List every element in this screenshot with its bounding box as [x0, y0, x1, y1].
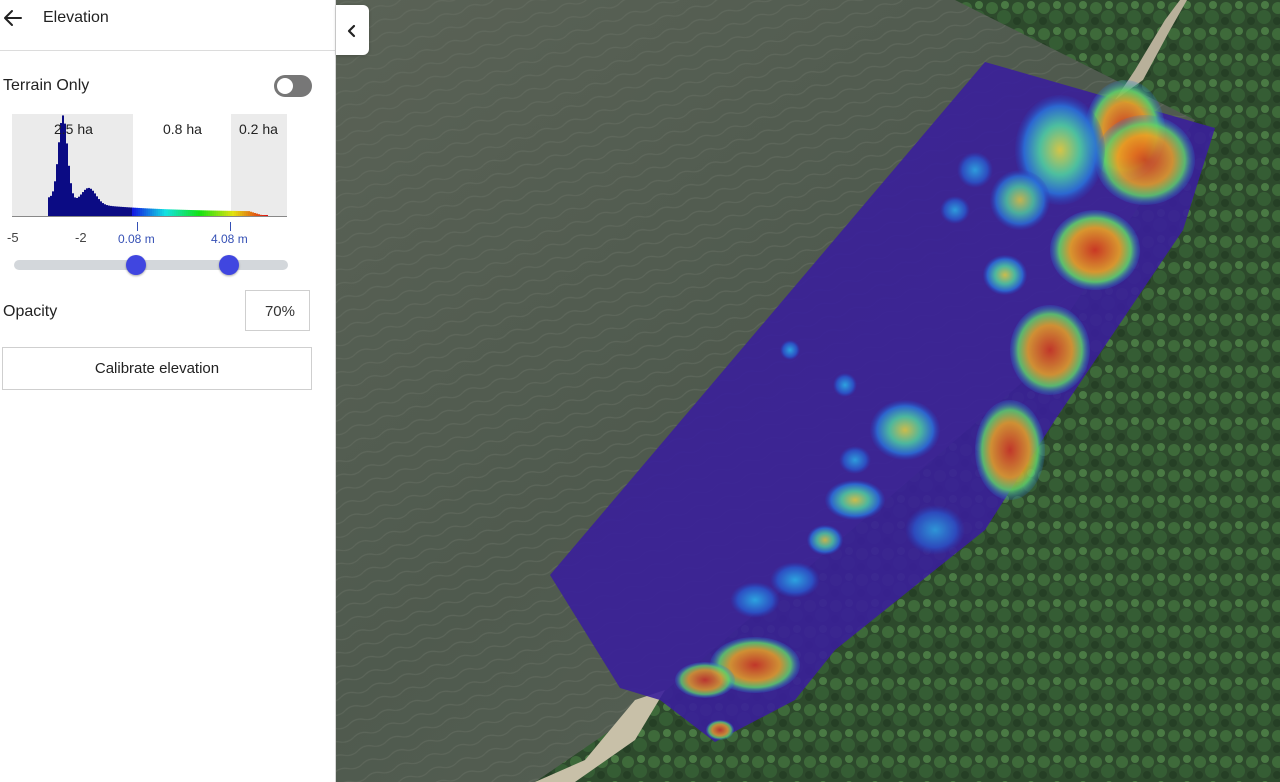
histogram-bar [164, 209, 166, 216]
min-marker-line [137, 222, 138, 231]
histogram-bar [52, 191, 54, 216]
opacity-input[interactable]: 70% [245, 290, 310, 331]
histogram-bar [80, 194, 82, 216]
histogram-bar [142, 208, 144, 216]
histogram-bar [154, 208, 156, 216]
histogram-bar [112, 206, 114, 216]
satellite-map[interactable] [335, 0, 1280, 782]
panel-header: Elevation [0, 0, 335, 51]
area-label-mid: 0.8 ha [163, 121, 202, 137]
histogram-bar [140, 208, 142, 216]
collapse-panel-button[interactable] [336, 5, 369, 55]
histogram-bar [150, 208, 152, 216]
elevation-range-slider[interactable] [14, 260, 288, 270]
histogram-bar [144, 208, 146, 216]
histogram-bar [136, 207, 138, 216]
axis-tick: -5 [7, 230, 19, 245]
histogram-bar [104, 204, 106, 216]
histogram-bar [134, 207, 136, 216]
histogram-bar [64, 123, 66, 216]
histogram-bar [68, 165, 70, 216]
histogram-bar [86, 188, 88, 216]
histogram-bar [168, 209, 170, 216]
histogram-bar [158, 208, 160, 216]
histogram-bar [74, 197, 76, 216]
histogram-bar [78, 196, 80, 216]
histogram-bar [120, 206, 122, 216]
histogram-bar [124, 207, 126, 216]
histogram-bar [56, 164, 58, 216]
histogram-bar [116, 206, 118, 216]
histogram-bar [72, 193, 74, 216]
histogram-bar [88, 187, 90, 216]
histogram-bar [148, 208, 150, 216]
histogram-bar [108, 205, 110, 216]
panel-title: Elevation [43, 9, 109, 26]
max-marker-line [230, 222, 231, 231]
histogram-bar [50, 195, 52, 216]
slider-max-handle[interactable] [219, 255, 239, 275]
histogram-bar [106, 205, 108, 216]
histogram-bar [92, 190, 94, 216]
histogram-bar [58, 142, 60, 216]
chevron-left-icon [347, 24, 356, 38]
histogram-bar [126, 207, 128, 216]
histogram-bar [132, 207, 134, 216]
histogram-bar [110, 205, 112, 216]
histogram-bar [162, 209, 164, 216]
opacity-label: Opacity [3, 303, 58, 320]
histogram-bar [54, 181, 56, 216]
histogram-bar [160, 209, 162, 216]
histogram-bar [94, 193, 96, 216]
area-label-high: 0.2 ha [239, 121, 278, 137]
axis-tick: -2 [75, 230, 87, 245]
calibrate-elevation-button[interactable]: Calibrate elevation [2, 347, 312, 390]
histogram-bar [122, 206, 124, 216]
histogram-bar [96, 196, 98, 216]
elevation-panel: Elevation Terrain Only 2.5 ha 0.8 ha 0.2… [0, 0, 336, 782]
histogram-bar [70, 183, 72, 216]
histogram-bar [100, 201, 102, 216]
histogram-bar [90, 188, 92, 216]
histogram-bar [170, 209, 172, 216]
histogram-bar [84, 189, 86, 216]
terrain-only-label: Terrain Only [3, 77, 90, 94]
max-marker-label: 4.08 m [211, 232, 248, 246]
histogram-bar [152, 208, 154, 216]
toggle-knob [277, 78, 293, 94]
histogram-bar [102, 203, 104, 216]
histogram-bar [82, 192, 84, 216]
histogram-bar [130, 207, 132, 216]
histogram-bar [76, 197, 78, 216]
min-marker-label: 0.08 m [118, 232, 155, 246]
slider-min-handle[interactable] [126, 255, 146, 275]
histogram-bar [146, 208, 148, 216]
histogram-bar [66, 143, 68, 216]
histogram-bar [138, 207, 140, 216]
histogram-baseline [12, 216, 287, 217]
histogram-bar [166, 209, 168, 216]
histogram-bar [156, 208, 158, 216]
terrain-only-toggle[interactable] [274, 75, 312, 97]
histogram-bar [48, 197, 50, 216]
histogram-bar [118, 206, 120, 216]
area-label-low: 2.5 ha [54, 121, 93, 137]
arrow-left-icon[interactable] [2, 7, 24, 29]
elevation-histogram: 2.5 ha 0.8 ha 0.2 ha [12, 114, 287, 217]
histogram-bar [114, 206, 116, 216]
histogram-bar [98, 199, 100, 216]
histogram-bar [128, 207, 130, 216]
